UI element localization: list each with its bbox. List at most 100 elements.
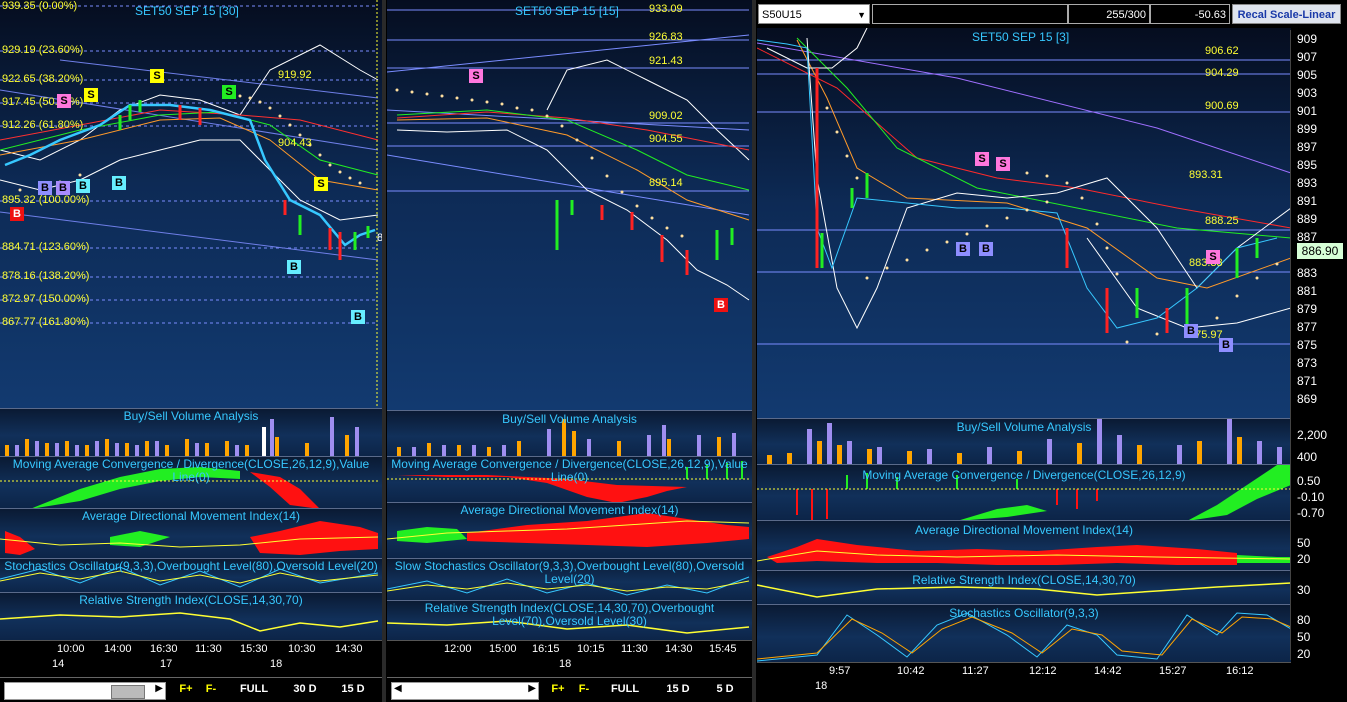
sell-signal: S [975, 152, 989, 166]
mid-time-axis: 12:00 15:00 16:15 10:15 11:30 14:30 15:4… [387, 640, 752, 673]
adx-tick: 20 [1297, 552, 1311, 566]
zoom-out-button[interactable]: F- [200, 681, 222, 698]
empty-field [872, 4, 1068, 24]
volume-bars-svg [397, 419, 736, 457]
fib-level-2: 922.65 (38.20%) [2, 73, 84, 85]
zoom-in-button[interactable]: F+ [547, 681, 569, 698]
left-bottom-bar: ▶ F+ F- FULL 30 D 15 D [0, 677, 382, 702]
time-label: 15:45 [709, 643, 737, 655]
middle-chart-pane[interactable]: SET50 SEP 15 [15] 933.09 926.83 921.43 9… [387, 0, 752, 702]
price-tick: 881 [1297, 284, 1318, 298]
scroll-thumb[interactable] [111, 685, 145, 699]
level-label: 900.69 [1205, 100, 1239, 112]
sell-signal: S [996, 157, 1010, 171]
macd-svg [757, 465, 1291, 521]
symbol-select[interactable]: S50U15 ▼ [758, 4, 870, 24]
level-label: 893.31 [1189, 169, 1223, 181]
left-rsi-panel[interactable]: Relative Strength Index(CLOSE,14,30,70) [0, 592, 382, 641]
sell-signal: S [469, 69, 483, 83]
price-tick: 875 [1297, 338, 1318, 352]
right-volume-panel[interactable]: Buy/Sell Volume Analysis [757, 418, 1291, 465]
price-tick: 889 [1297, 212, 1318, 226]
scroll-right-icon[interactable]: ▶ [528, 683, 536, 694]
full-range-button[interactable]: FULL [232, 681, 276, 698]
chevron-down-icon[interactable]: ▼ [857, 5, 866, 25]
fib-level-6: 884.71 (123.60%) [2, 241, 90, 253]
scroll-left-icon[interactable]: ◀ [394, 683, 402, 694]
sell-signal: S [222, 85, 236, 99]
sell-signal: S [84, 88, 98, 102]
pane-separator[interactable] [382, 0, 386, 702]
fib-level-7: 878.16 (138.20%) [2, 270, 90, 282]
time-label: 11:30 [621, 643, 648, 655]
adx-svg [0, 521, 379, 555]
date-label: 17 [160, 658, 173, 670]
zoom-out-button[interactable]: F- [573, 681, 595, 698]
time-label: 11:30 [195, 643, 222, 655]
full-range-button[interactable]: FULL [603, 681, 647, 698]
zoom-in-button[interactable]: F+ [175, 681, 197, 698]
left-scrollbar[interactable]: ▶ [4, 682, 166, 700]
rsi-svg [0, 612, 379, 632]
time-label: 10:15 [577, 643, 605, 655]
fib-level-8: 872.97 (150.00%) [2, 293, 90, 305]
price-tick: 905 [1297, 68, 1318, 82]
right-price-chart[interactable]: SET50 SEP 15 [3] 906.62 904.29 900.69 89… [757, 28, 1291, 418]
price-annotation: 919.92 [278, 69, 312, 81]
mid-volume-panel[interactable]: Buy/Sell Volume Analysis [387, 410, 752, 457]
range-15d-button[interactable]: 15 D [657, 681, 699, 698]
range-30d-button[interactable]: 30 D [284, 681, 326, 698]
range-15d-button[interactable]: 15 D [332, 681, 374, 698]
left-chart-pane[interactable]: SET50 SEP 15 [30] 939.35 (0.00%) 929.19 … [0, 0, 382, 702]
scroll-right-icon[interactable]: ▶ [155, 683, 163, 694]
recalc-scale-button[interactable]: Recal Scale-Linear [1232, 4, 1341, 24]
left-adx-panel[interactable]: Average Directional Movement Index(14) [0, 508, 382, 559]
mid-rsi-panel[interactable]: Relative Strength Index(CLOSE,14,30,70),… [387, 600, 752, 641]
buy-signal: B [979, 242, 993, 256]
time-label: 9:57 [829, 665, 851, 677]
left-stochastics-panel[interactable]: Stochastics Oscillator(9,3,3),Overbought… [0, 558, 382, 593]
pane-separator[interactable] [752, 0, 756, 702]
level-label: 895.14 [649, 177, 683, 189]
time-label: 11:27 [962, 665, 989, 677]
date-label: 18 [815, 680, 828, 692]
left-macd-panel[interactable]: Moving Average Convergence / Divergence(… [0, 456, 382, 509]
price-tick: 877 [1297, 320, 1318, 334]
price-change: -50.63 [1150, 4, 1230, 24]
level-label: 906.62 [1205, 45, 1239, 57]
adx-tick: 50 [1297, 536, 1311, 550]
range-5d-button[interactable]: 5 D [705, 681, 745, 698]
mid-stochastics-panel[interactable]: Slow Stochastics Oscillator(9,3,3),Overb… [387, 558, 752, 601]
mid-price-chart[interactable]: SET50 SEP 15 [15] 933.09 926.83 921.43 9… [387, 0, 752, 410]
right-rsi-panel[interactable]: Relative Strength Index(CLOSE,14,30,70) [757, 570, 1291, 605]
right-stochastics-panel[interactable]: Stochastics Oscillator(9,3,3) [757, 604, 1291, 663]
buy-signal: B [714, 298, 728, 312]
symbol-value: S50U15 [762, 9, 802, 21]
mid-adx-panel[interactable]: Average Directional Movement Index(14) [387, 502, 752, 559]
date-label: 14 [52, 658, 65, 670]
price-tick: 879 [1297, 302, 1318, 316]
macd-svg [387, 461, 749, 503]
stochastics-svg [387, 576, 750, 596]
stochastics-tick: 80 [1297, 613, 1311, 627]
sell-signal: S [57, 94, 71, 108]
buy-signal: B [351, 310, 365, 324]
right-adx-panel[interactable]: Average Directional Movement Index(14) [757, 520, 1291, 571]
right-toolbar: S50U15 ▼ 255/300 -50.63 Recal Scale-Line… [758, 4, 1343, 26]
price-tick: 897 [1297, 140, 1318, 154]
left-volume-panel[interactable]: Buy/Sell Volume Analysis [0, 408, 382, 457]
time-label: 15:27 [1159, 665, 1187, 677]
mid-scrollbar[interactable]: ◀ ▶ [391, 682, 539, 700]
macd-svg [0, 467, 378, 509]
fib-level-1: 929.19 (23.60%) [2, 44, 84, 56]
fib-level-0: 939.35 (0.00%) [2, 0, 78, 12]
mid-macd-panel[interactable]: Moving Average Convergence / Divergence(… [387, 456, 752, 503]
rsi-tick: 30 [1297, 583, 1311, 597]
time-label: 10:30 [288, 643, 316, 655]
date-label: 18 [270, 658, 283, 670]
right-chart-pane[interactable]: SET50 SEP 15 [3] 906.62 904.29 900.69 89… [757, 0, 1347, 702]
buy-signal: B [287, 260, 301, 274]
fib-level-4: 912.26 (61.80%) [2, 119, 84, 131]
right-macd-panel[interactable]: Moving Average Convergence / Divergence(… [757, 464, 1291, 521]
left-price-chart[interactable]: SET50 SEP 15 [30] 939.35 (0.00%) 929.19 … [0, 0, 382, 408]
